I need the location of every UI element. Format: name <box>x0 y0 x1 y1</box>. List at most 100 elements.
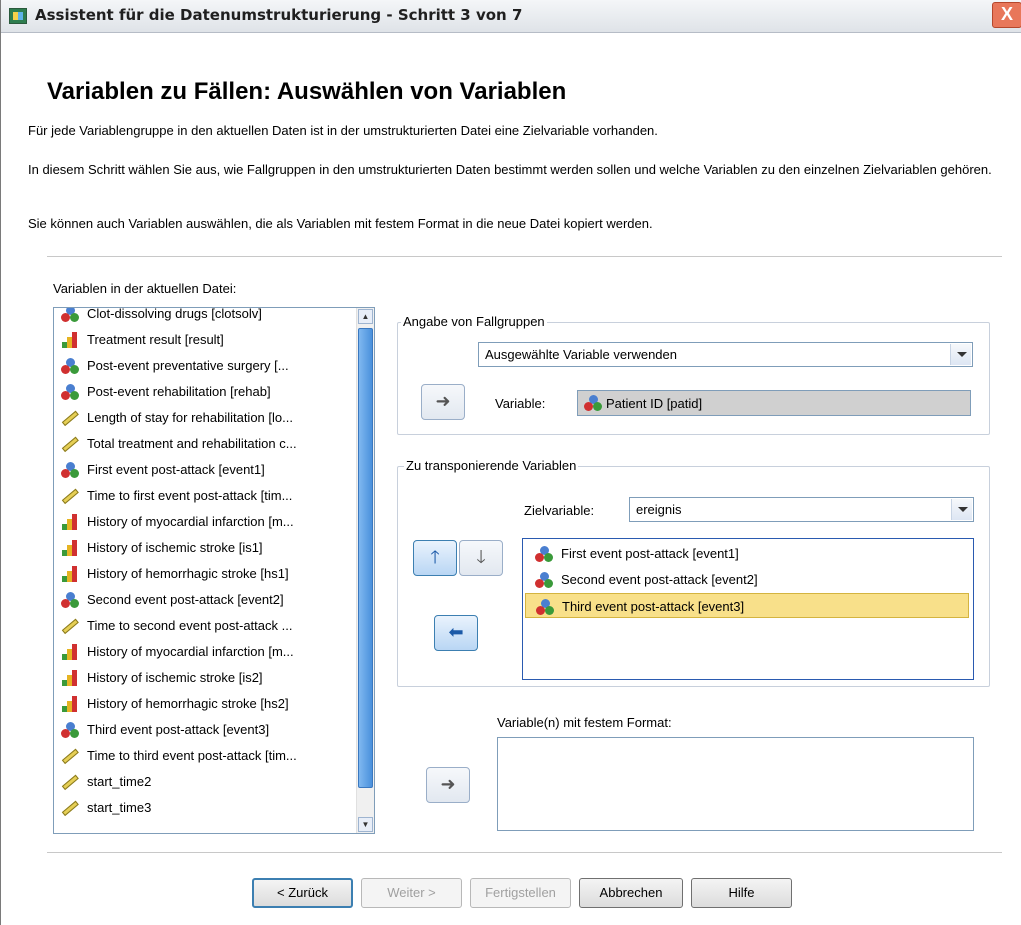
ordinal-icon <box>61 696 79 712</box>
source-list-item[interactable]: Total treatment and rehabilitation c... <box>54 431 354 457</box>
scroll-thumb[interactable] <box>358 328 373 788</box>
source-list-item[interactable]: History of ischemic stroke [is2] <box>54 665 354 691</box>
title-bar: Assistent für die Datenumstrukturierung … <box>1 0 1021 33</box>
nominal-icon <box>61 384 79 400</box>
next-button[interactable]: Weiter > <box>361 878 462 908</box>
source-list-item[interactable]: Post-event rehabilitation [rehab] <box>54 379 354 405</box>
source-list-item[interactable]: History of hemorrhagic stroke [hs2] <box>54 691 354 717</box>
fixed-format-list[interactable] <box>497 737 974 831</box>
description-2: In diesem Schritt wählen Sie aus, wie Fa… <box>28 162 992 177</box>
source-list-item[interactable]: Second event post-attack [event2] <box>54 587 354 613</box>
source-list-item[interactable]: Clot-dissolving drugs [clotsolv] <box>54 307 354 327</box>
nominal-icon <box>536 599 554 615</box>
transpose-title: Zu transponierende Variablen <box>404 458 579 473</box>
source-list-item[interactable]: History of hemorrhagic stroke [hs1] <box>54 561 354 587</box>
nominal-icon <box>535 546 553 562</box>
scale-icon <box>58 484 82 508</box>
restructure-wizard-window: Assistent für die Datenumstrukturierung … <box>0 0 1021 925</box>
move-down-button[interactable]: 🡓 <box>459 540 503 576</box>
ordinal-icon <box>61 514 79 530</box>
source-list-item[interactable]: Time to first event post-attack [tim... <box>54 483 354 509</box>
move-to-fixed-button[interactable]: ➜ <box>426 767 470 803</box>
move-to-case-variable-button[interactable]: ➜ <box>421 384 465 420</box>
source-list-item-label: History of hemorrhagic stroke [hs2] <box>87 696 289 711</box>
source-list-item-label: Second event post-attack [event2] <box>87 592 284 607</box>
case-groups-title: Angabe von Fallgruppen <box>401 314 547 329</box>
scale-icon <box>58 770 82 794</box>
source-list-item-label: Time to first event post-attack [tim... <box>87 488 293 503</box>
chevron-down-icon[interactable] <box>951 499 972 520</box>
transpose-item-selected[interactable]: Third event post-attack [event3] <box>525 593 969 618</box>
description-3: Sie können auch Variablen auswählen, die… <box>28 216 653 231</box>
transpose-item[interactable]: First event post-attack [event1] <box>525 541 969 566</box>
chevron-down-icon[interactable] <box>950 344 971 365</box>
ordinal-icon <box>61 566 79 582</box>
source-list-item[interactable]: Post-event preventative surgery [... <box>54 353 354 379</box>
transpose-item-label: First event post-attack [event1] <box>561 546 739 561</box>
nominal-icon <box>61 358 79 374</box>
transpose-item[interactable]: Second event post-attack [event2] <box>525 567 969 592</box>
ordinal-icon <box>61 670 79 686</box>
scroll-up-button[interactable]: ▲ <box>358 309 373 324</box>
source-list-item-label: Time to third event post-attack [tim... <box>87 748 297 763</box>
source-list-item-label: Post-event rehabilitation [rehab] <box>87 384 271 399</box>
scale-icon <box>58 614 82 638</box>
bottom-divider <box>47 852 1002 853</box>
source-list-item-label: Time to second event post-attack ... <box>87 618 293 633</box>
source-list-item-label: History of ischemic stroke [is2] <box>87 670 263 685</box>
source-list-item-label: start_time2 <box>87 774 152 789</box>
target-variable-select[interactable]: ereignis <box>629 497 974 522</box>
finish-button[interactable]: Fertigstellen <box>470 878 571 908</box>
source-list-item-label: Treatment result [result] <box>87 332 224 347</box>
source-list-item[interactable]: Time to third event post-attack [tim... <box>54 743 354 769</box>
source-list-item[interactable]: History of ischemic stroke [is1] <box>54 535 354 561</box>
source-list-item-label: First event post-attack [event1] <box>87 462 265 477</box>
scale-icon <box>58 744 82 768</box>
scale-icon <box>58 432 82 456</box>
window-title: Assistent für die Datenumstrukturierung … <box>35 6 523 24</box>
back-button[interactable]: < Zurück <box>252 878 353 908</box>
source-list-scrollbar[interactable]: ▲ ▼ <box>356 308 374 833</box>
source-list-item-label: Third event post-attack [event3] <box>87 722 270 737</box>
source-list-item-label: History of ischemic stroke [is1] <box>87 540 263 555</box>
move-up-button[interactable]: 🡑 <box>413 540 457 576</box>
fixed-format-label: Variable(n) mit festem Format: <box>497 715 672 730</box>
app-icon <box>9 8 27 24</box>
move-back-button[interactable]: ⬅ <box>434 615 478 651</box>
source-list-rows: Clot-dissolving drugs [clotsolv] Treatmen… <box>54 307 354 821</box>
source-list-item-label: Total treatment and rehabilitation c... <box>87 436 297 451</box>
case-variable-field[interactable]: Patient ID [patid] <box>577 390 971 416</box>
source-list-item[interactable]: Third event post-attack [event3] <box>54 717 354 743</box>
source-list-label: Variablen in der aktuellen Datei: <box>53 281 237 296</box>
nominal-key-icon <box>584 395 602 411</box>
source-list-item[interactable]: History of myocardial infarction [m... <box>54 639 354 665</box>
source-list-item[interactable]: First event post-attack [event1] <box>54 457 354 483</box>
transpose-variable-list[interactable]: First event post-attack [event1] Second … <box>522 538 974 680</box>
source-list-item-label: Clot-dissolving drugs [clotsolv] <box>87 307 262 321</box>
case-group-mode-value: Ausgewählte Variable verwenden <box>485 347 677 362</box>
nominal-icon <box>61 462 79 478</box>
source-list-item[interactable]: History of myocardial infarction [m... <box>54 509 354 535</box>
source-list-item[interactable]: start_time2 <box>54 769 354 795</box>
source-list-item[interactable]: Length of stay for rehabilitation [lo... <box>54 405 354 431</box>
case-variable-label: Variable: <box>495 396 546 411</box>
help-button[interactable]: Hilfe <box>691 878 792 908</box>
source-list-item[interactable]: Treatment result [result] <box>54 327 354 353</box>
source-list-item-label: Length of stay for rehabilitation [lo... <box>87 410 293 425</box>
scroll-down-button[interactable]: ▼ <box>358 817 373 832</box>
description-1: Für jede Variablengruppe in den aktuelle… <box>28 123 658 138</box>
source-variable-list[interactable]: Clot-dissolving drugs [clotsolv] Treatmen… <box>53 307 375 834</box>
source-list-item[interactable]: Time to second event post-attack ... <box>54 613 354 639</box>
transpose-item-label: Second event post-attack [event2] <box>561 572 758 587</box>
target-variable-label: Zielvariable: <box>524 503 595 518</box>
source-list-item-label: start_time3 <box>87 800 152 815</box>
target-variable-value: ereignis <box>636 502 682 517</box>
case-groups-panel <box>397 322 990 435</box>
ordinal-icon <box>61 644 79 660</box>
case-variable-value: Patient ID [patid] <box>606 396 703 411</box>
cancel-button[interactable]: Abbrechen <box>579 878 683 908</box>
source-list-item[interactable]: start_time3 <box>54 795 354 821</box>
case-group-mode-select[interactable]: Ausgewählte Variable verwenden <box>478 342 973 367</box>
source-list-item-label: Post-event preventative surgery [... <box>87 358 289 373</box>
close-button[interactable]: X <box>992 2 1021 28</box>
